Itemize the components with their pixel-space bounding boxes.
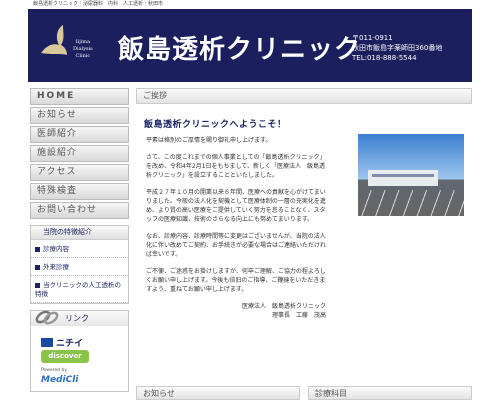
medicli-link[interactable]: MediCli [41,375,78,385]
square-bullet-icon [35,246,40,252]
site-header: Iijima Dialysis Clinic 飯島透析クリニック 〒011-09… [28,9,472,82]
square-bullet-icon [35,264,40,270]
nav-home[interactable]: HOME [30,88,129,105]
discover-link[interactable]: discover [41,350,89,363]
nav-doctors[interactable]: 医師紹介 [30,126,129,143]
paragraph: 平素は格別のご厚情を賜り御礼申し上げます。 [146,137,272,144]
paragraph: なお、診療内容、診療時間等に変更はございませんが、当院の法人化に伴い改めてご契約… [146,233,327,258]
chain-link-icon [35,310,59,325]
features-title: 当院の特徴紹介 [31,226,128,240]
square-bullet-icon [35,282,40,288]
clinic-name[interactable]: 飯島透析クリニック [118,29,361,66]
nav-contact[interactable]: お問い合わせ [30,202,129,219]
welcome-heading: 飯島透析クリニックへようこそ！ [144,120,287,130]
links-box: リンク ニチイ discover Powered by MediCli [30,310,129,392]
feature-item-treatment[interactable]: 診療内容 [31,240,128,258]
paragraph: さて、この度これまでの個人事業としての「飯島透析クリニック」を改め、令和4年2月… [146,154,326,179]
nav-facility[interactable]: 施設紹介 [30,145,129,162]
nav-access[interactable]: アクセス [30,164,129,181]
sidebar: HOME お知らせ 医師紹介 施設紹介 アクセス 特殊検査 お問い合わせ 当院の… [30,88,129,392]
links-title: リンク [65,314,89,323]
main-content: ご挨拶 飯島透析クリニックへようこそ！ 平素は格別のご厚情を賜り御礼申し上げます… [136,88,472,319]
features-box: 当院の特徴紹介 診療内容 外来診療 当クリニックの人工透析の特徴 [30,225,129,304]
feature-item-outpatient[interactable]: 外来診療 [31,258,128,276]
parking-lines [358,190,464,216]
top-bar-text: 飯島透析クリニック｜泌尿器科 内科 人工透析｜秋田市 [33,1,164,7]
powered-by-label: Powered by [41,368,68,373]
building-windows [372,174,434,177]
header-contact-info: 〒011-0911 秋田市飯島字薬師田360番地 TEL:018-888-554… [352,34,443,62]
paragraph: 平成２７年１０月の開業以来６年間、医療への貢献を心がけてまいりました。今般の法人… [146,189,326,223]
links-header: リンク [31,310,128,326]
greeting-header: ご挨拶 [136,88,472,104]
paragraph: ご不便、ご迷惑をお掛けしますが、何卒ご理解、ご協力の程よろしくお願い申し上げます… [146,268,326,293]
nichii-logo-icon [41,338,53,347]
feature-item-dialysis[interactable]: 当クリニックの人工透析の特徴 [31,276,128,303]
bird-logo-icon [41,25,67,55]
clinic-building-photo [358,134,464,216]
greeting-body: 平素は格別のご厚情を賜り御礼申し上げます。 さて、この度これまでの個人事業として… [146,136,326,328]
nav-news[interactable]: お知らせ [30,107,129,124]
building-shape [368,170,438,186]
news-section-header: お知らせ [136,386,300,400]
departments-section-header: 診療科目 [308,386,472,400]
signature: 医療法人 飯島透析クリニック 理事長 工藤 茂高 [241,303,326,319]
nichii-link[interactable]: ニチイ [41,336,83,349]
nav-exam[interactable]: 特殊検査 [30,183,129,200]
logo-english-text: Iijima Dialysis Clinic [73,39,93,59]
